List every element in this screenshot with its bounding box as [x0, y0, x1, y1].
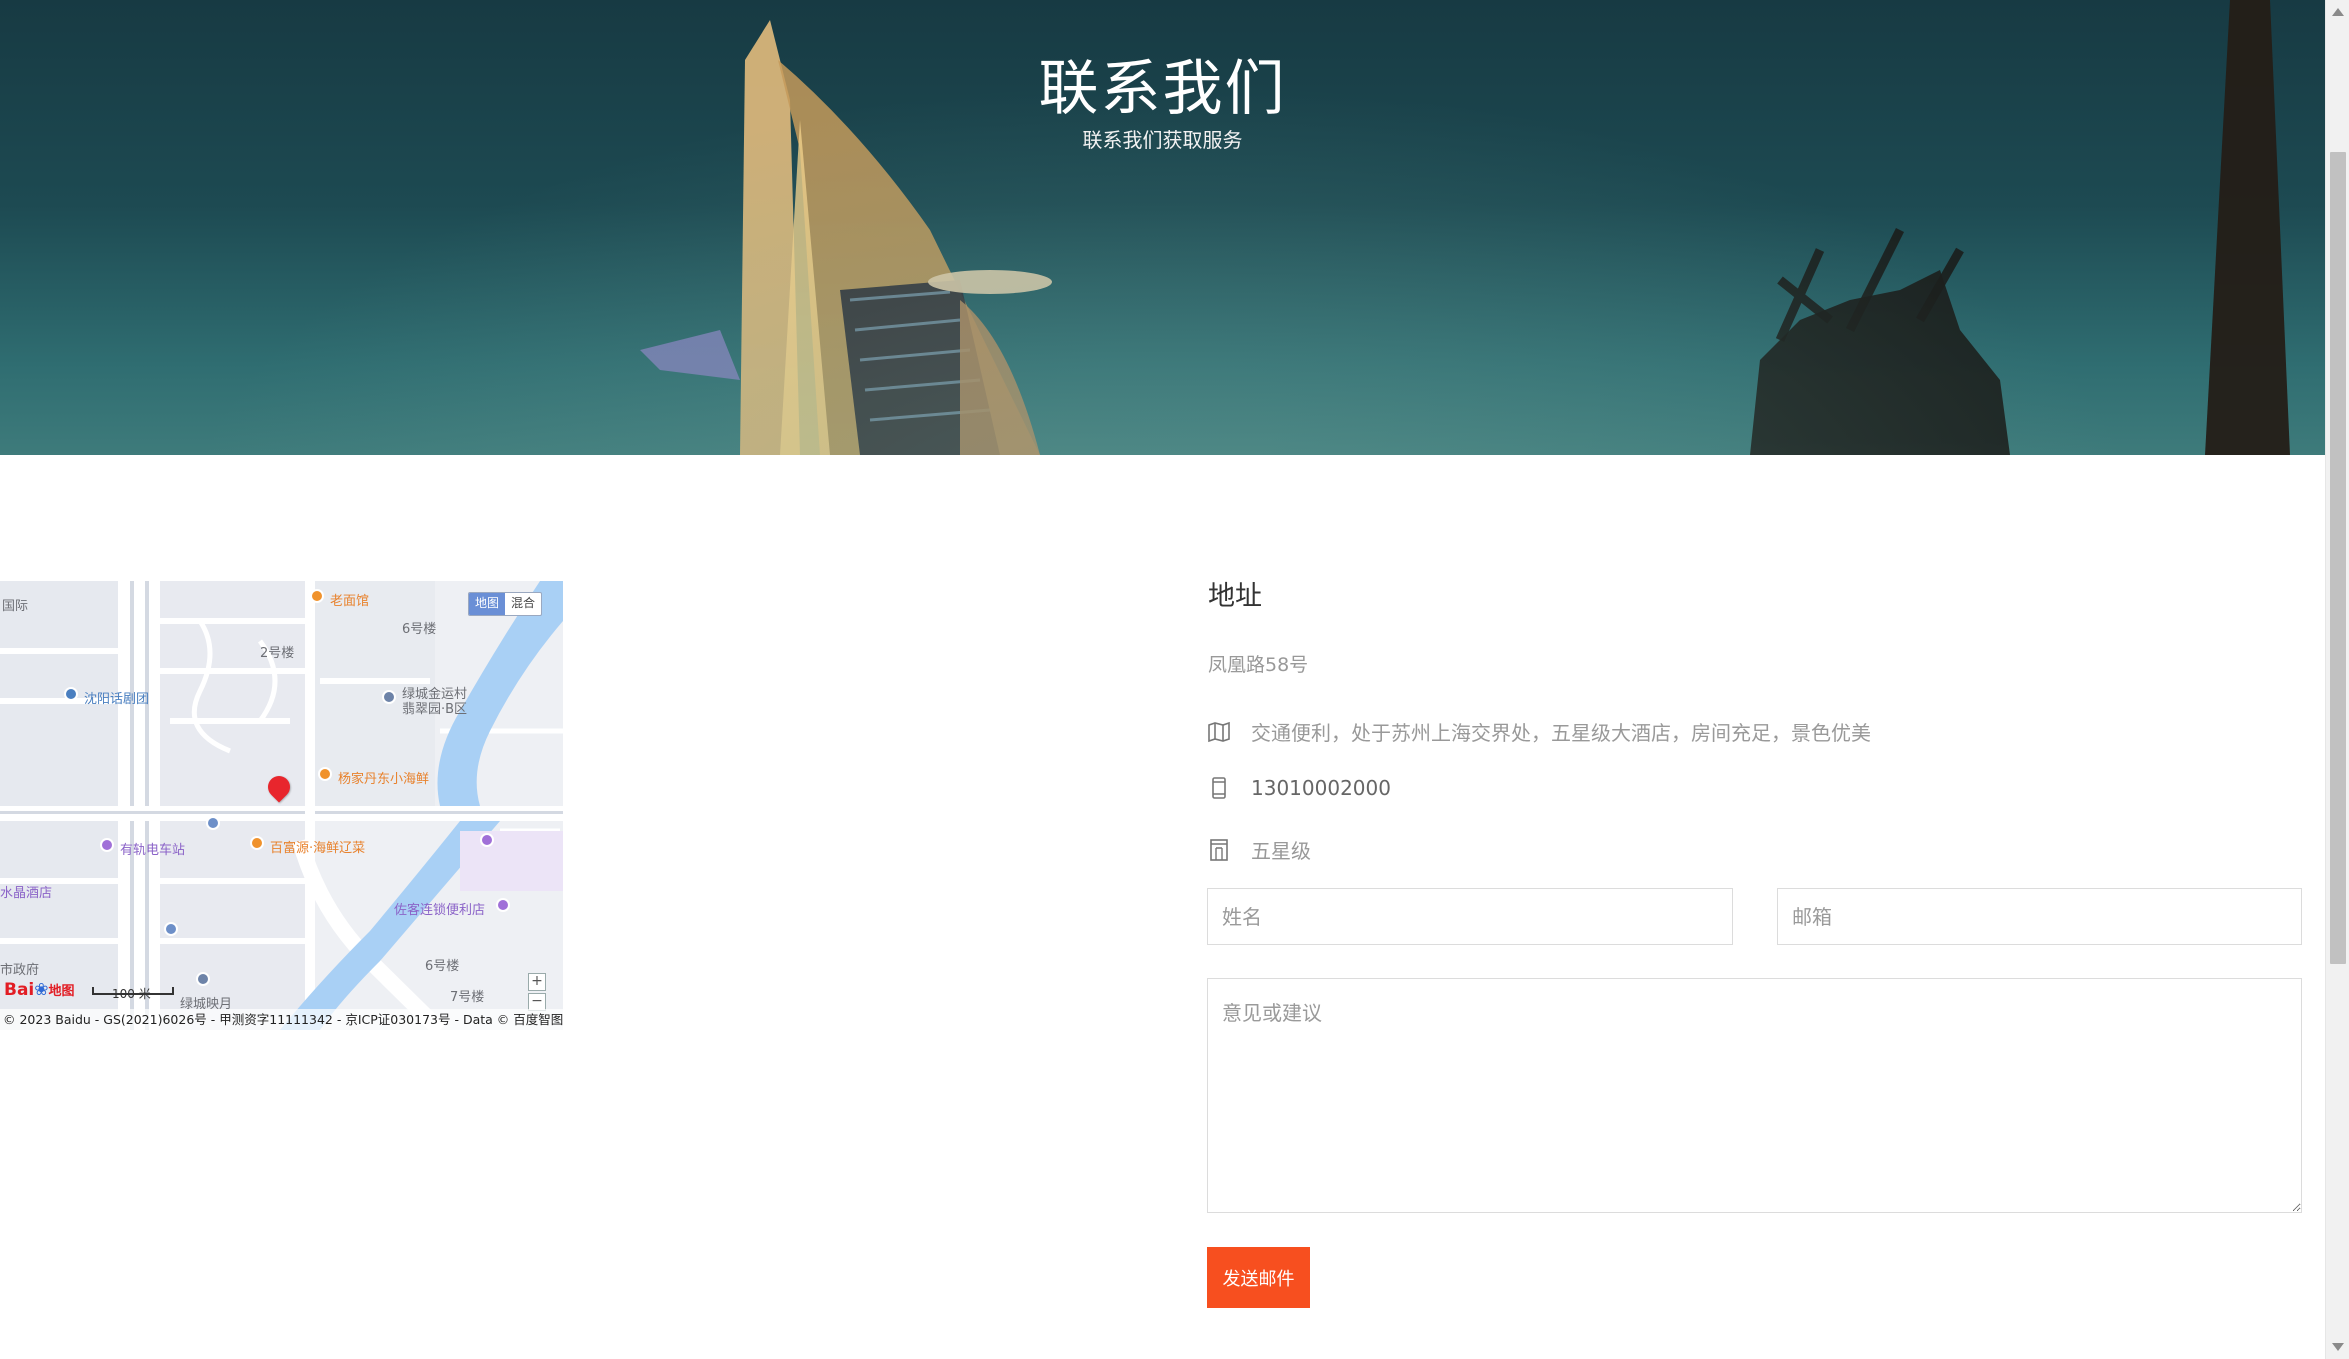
- map-icon: [1208, 721, 1230, 742]
- map-label: 6号楼: [402, 622, 437, 637]
- building-icon: [382, 690, 396, 704]
- map-label: 2号楼: [260, 646, 295, 661]
- parking-icon: [480, 833, 494, 847]
- map-type-switch[interactable]: 地图 混合: [468, 592, 543, 616]
- map-label: 7号楼: [450, 990, 485, 1005]
- map-copyright: © 2023 Baidu - GS(2021)6026号 - 甲测资字11111…: [0, 1009, 563, 1030]
- restaurant-icon: [250, 836, 264, 850]
- phone-text: 13010002000: [1251, 776, 1391, 800]
- rating-text: 五星级: [1251, 839, 1311, 863]
- page-subtitle: 联系我们获取服务: [1082, 128, 1243, 152]
- zoom-in-button[interactable]: +: [528, 973, 546, 991]
- address-title: 地址: [1208, 581, 1262, 612]
- restaurant-icon: [310, 589, 324, 603]
- phone-row: 13010002000: [1207, 776, 1391, 800]
- baidu-logo-suffix: 地图: [48, 984, 75, 999]
- rating-row: 五星级: [1207, 835, 1311, 864]
- map-type-hybrid-button[interactable]: 混合: [505, 593, 541, 615]
- building-icon: [196, 972, 210, 986]
- map-zoom-control[interactable]: + −: [528, 973, 546, 1011]
- map-label: 老面馆: [330, 594, 370, 609]
- map-label: 翡翠园·B区: [402, 702, 468, 717]
- name-input[interactable]: [1207, 888, 1733, 945]
- parking-icon: [206, 816, 220, 830]
- scrollbar-thumb[interactable]: [2330, 152, 2346, 964]
- scroll-up-arrow-icon[interactable]: [2332, 8, 2344, 16]
- building-icon: [1210, 838, 1228, 861]
- map-label: 水晶酒店: [0, 886, 53, 901]
- baidu-map[interactable]: 国际 老面馆 6号楼 2号楼 沈阳话剧团 绿城金运村 翡翠园·B区 杨家丹东小海…: [0, 581, 563, 1030]
- restaurant-icon: [318, 767, 332, 781]
- parking-icon: [164, 922, 178, 936]
- map-label: 沈阳话剧团: [84, 692, 150, 707]
- description-row: 交通便利，处于苏州上海交界处，五星级大酒店，房间充足，景色优美: [1207, 717, 1871, 746]
- map-label: 杨家丹东小海鲜: [338, 772, 430, 787]
- shop-icon: [496, 898, 510, 912]
- message-textarea[interactable]: [1207, 978, 2302, 1213]
- map-label: 有轨电车站: [120, 843, 186, 858]
- page-scrollbar[interactable]: [2325, 0, 2349, 1359]
- description-text: 交通便利，处于苏州上海交界处，五星级大酒店，房间充足，景色优美: [1251, 721, 1871, 745]
- map-scale-label: 100 米: [112, 987, 151, 1001]
- send-email-button[interactable]: 发送邮件: [1207, 1247, 1310, 1308]
- theater-icon: [64, 687, 78, 701]
- map-label: 6号楼: [425, 959, 460, 974]
- scroll-down-arrow-icon[interactable]: [2332, 1343, 2344, 1351]
- hero-banner: 联系我们 联系我们获取服务: [0, 0, 2325, 455]
- map-label: 百富源·海鲜辽菜: [270, 841, 366, 856]
- mobile-phone-icon: [1212, 777, 1226, 799]
- email-input[interactable]: [1777, 888, 2302, 945]
- tram-station-icon: [100, 838, 114, 852]
- page-title: 联系我们: [1038, 54, 1287, 124]
- map-type-map-button[interactable]: 地图: [469, 593, 506, 615]
- map-label: 佐客连锁便利店: [394, 903, 486, 918]
- baidu-logo-text: Bai: [4, 980, 35, 1000]
- paw-icon: ❀: [34, 980, 49, 1000]
- map-label: 市政府: [0, 963, 40, 978]
- address-text: 凤凰路58号: [1208, 654, 1309, 676]
- baidu-logo[interactable]: Bai❀地图: [4, 980, 75, 1000]
- map-label: 国际: [2, 599, 29, 614]
